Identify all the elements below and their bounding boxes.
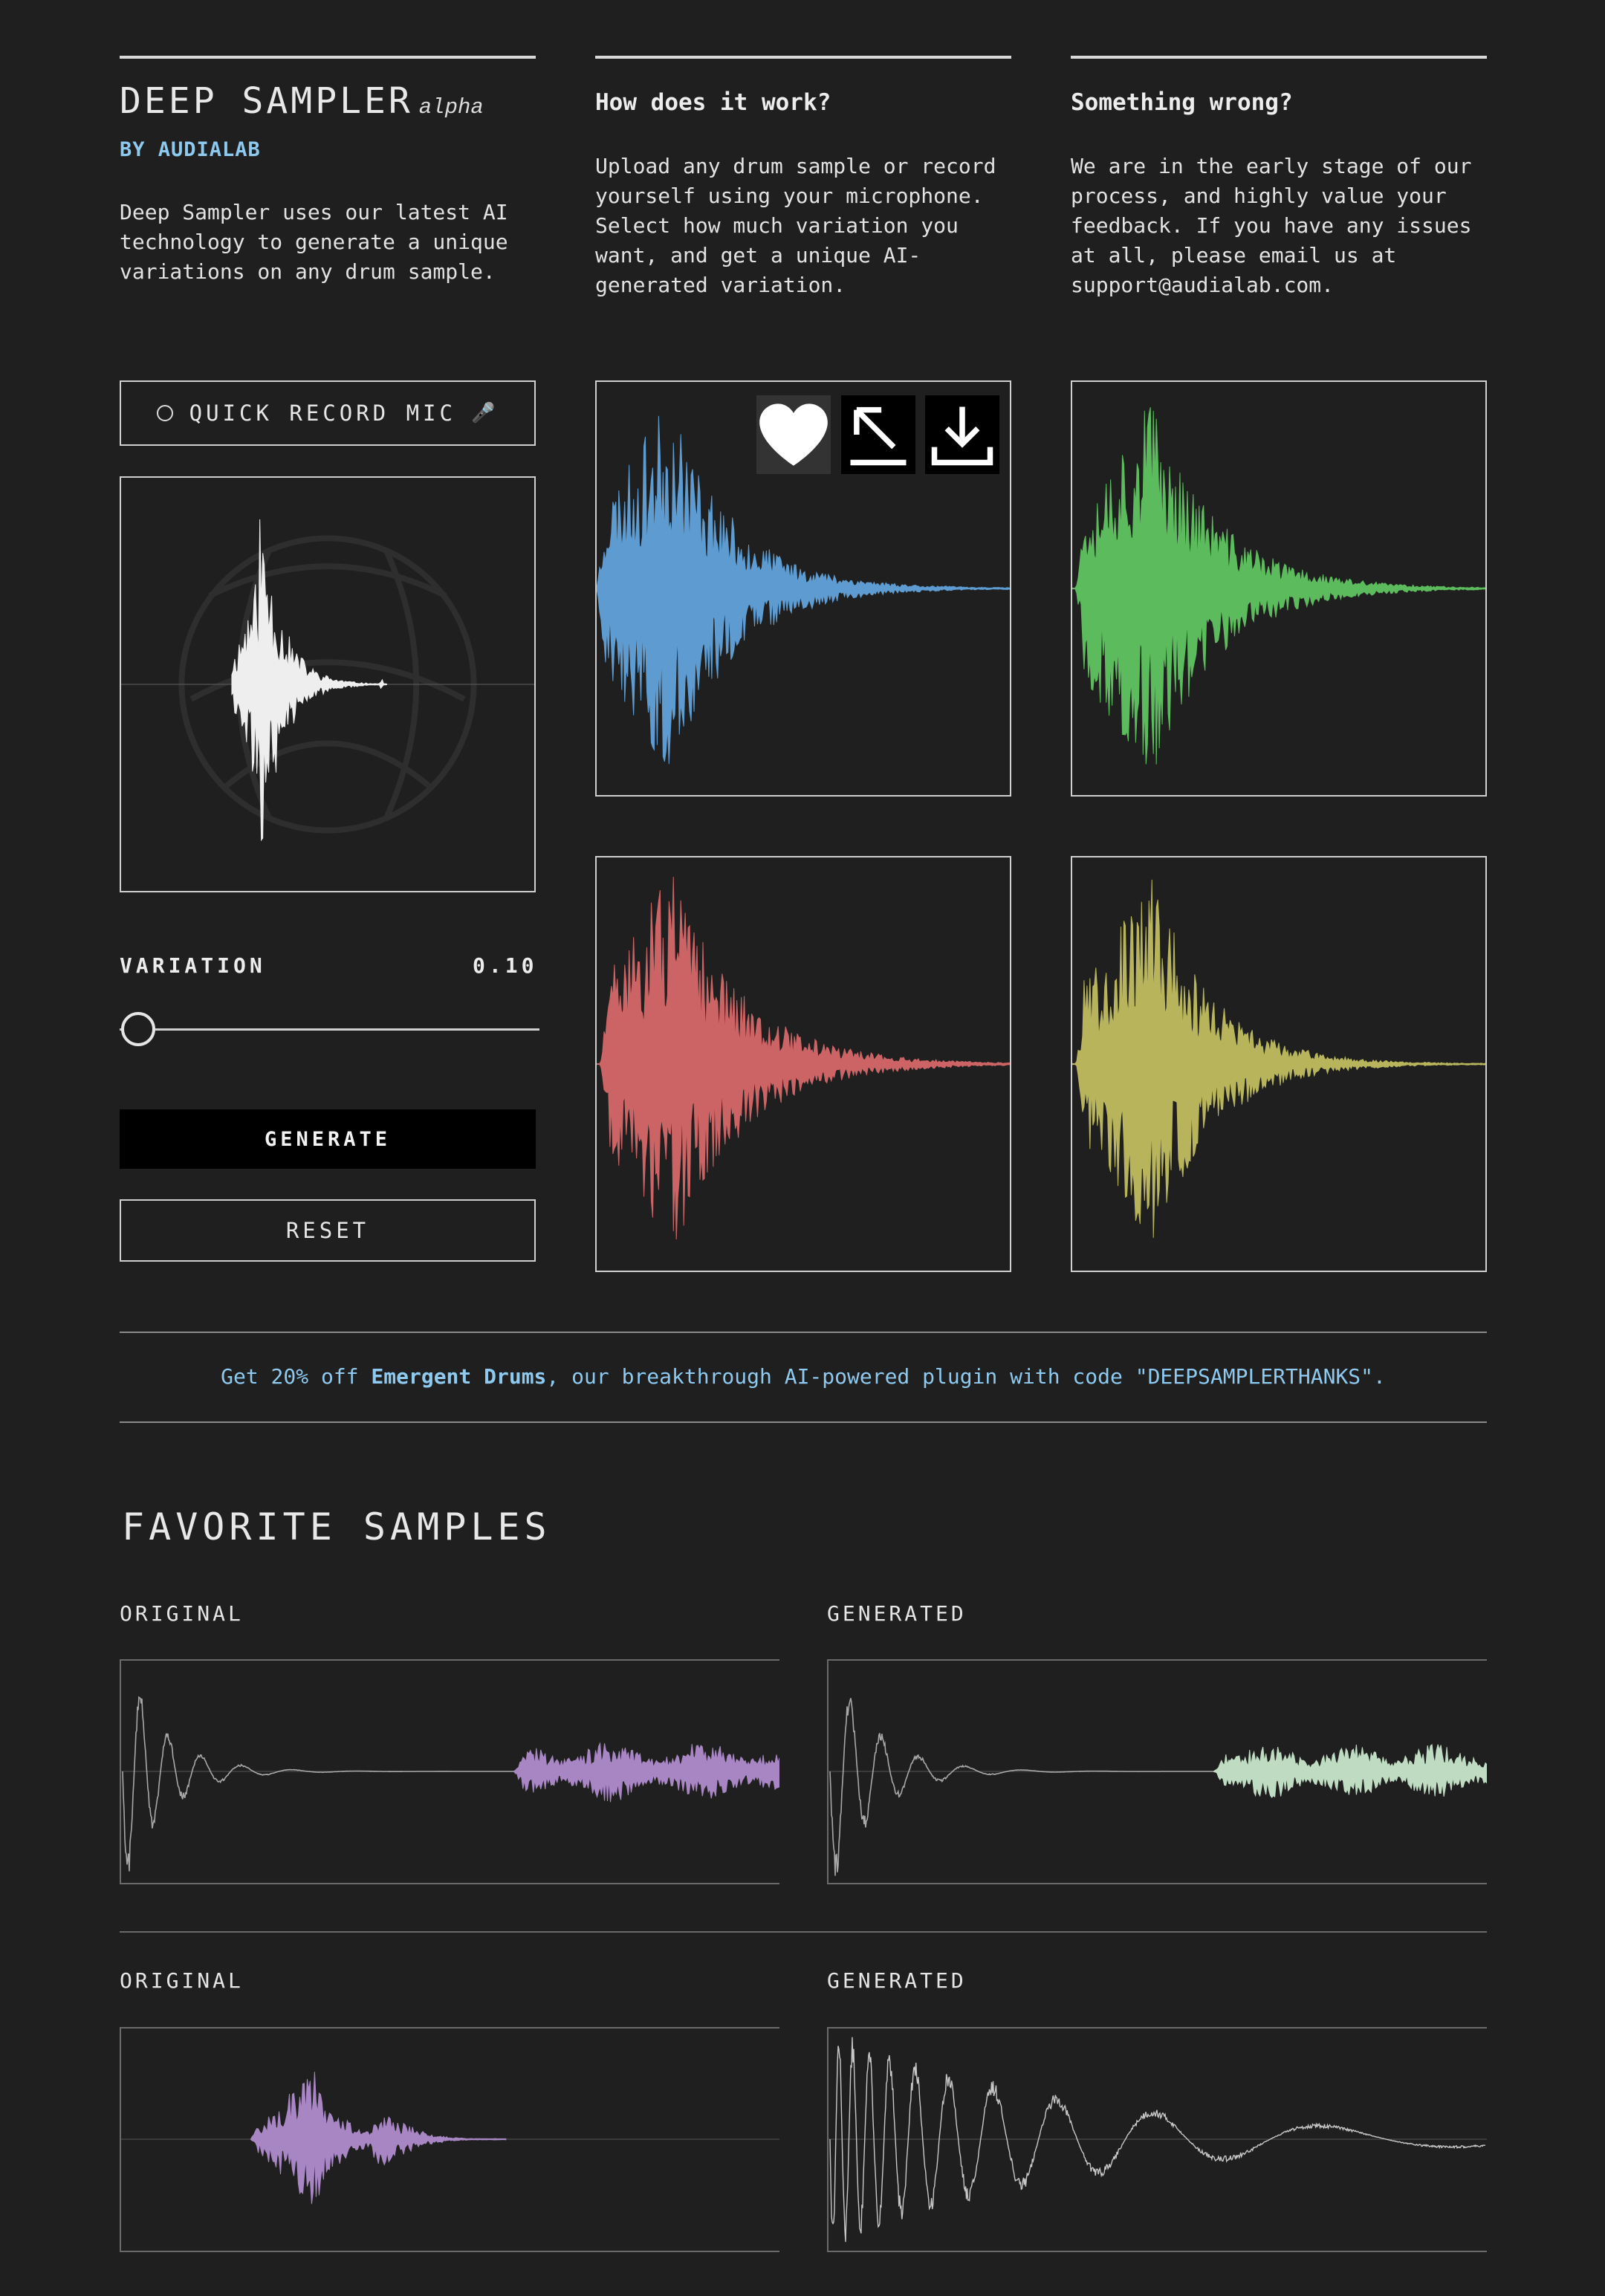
record-dot-icon bbox=[156, 405, 173, 421]
variation-slider[interactable] bbox=[120, 1011, 539, 1048]
promo-banner: Get 20% off Emergent Drums, our breakthr… bbox=[120, 1364, 1487, 1389]
favorites-row-divider bbox=[120, 1931, 1487, 1933]
how-it-works-heading: How does it work? bbox=[595, 89, 831, 116]
heart-icon bbox=[759, 403, 828, 466]
input-sample-waveform[interactable] bbox=[120, 476, 536, 892]
expand-icon bbox=[850, 406, 907, 466]
download-button[interactable] bbox=[925, 395, 999, 474]
favorites-title: FAVORITE SAMPLES bbox=[122, 1505, 551, 1548]
quick-record-label: QUICK RECORD MIC bbox=[189, 400, 456, 426]
column-rule-left bbox=[120, 56, 536, 59]
favorite-2-generated-waveform[interactable] bbox=[827, 2027, 1487, 2252]
app-description: Deep Sampler uses our latest AI technolo… bbox=[120, 200, 508, 284]
input-waveform-svg bbox=[121, 519, 534, 842]
microphone-icon: 🎤 bbox=[470, 402, 499, 424]
variation-card-green[interactable] bbox=[1071, 380, 1487, 797]
favorite-1-generated-label: GENERATED bbox=[827, 1601, 967, 1626]
variation-card-yellow[interactable] bbox=[1071, 856, 1487, 1272]
brand-header: DEEP SAMPLER alpha bbox=[120, 80, 484, 122]
quick-record-mic-button[interactable]: QUICK RECORD MIC 🎤 bbox=[120, 380, 536, 446]
fav1-original-svg bbox=[121, 1696, 779, 1872]
red-waveform-svg bbox=[597, 877, 1010, 1240]
variation-waveform-green bbox=[1072, 407, 1485, 765]
favorite-2-original-label: ORIGINAL bbox=[120, 1968, 244, 1993]
reset-button[interactable]: RESET bbox=[120, 1199, 536, 1262]
fav1-generated-svg bbox=[829, 1698, 1487, 1876]
favorite-2-generated-label: GENERATED bbox=[827, 1968, 967, 1993]
variation-card-red[interactable] bbox=[595, 856, 1011, 1272]
variation-slider-track bbox=[120, 1028, 539, 1031]
green-waveform-svg bbox=[1072, 407, 1485, 765]
fav1-original-noise-fill bbox=[513, 1742, 779, 1803]
promo-text-end: , our breakthrough AI-powered plugin wit… bbox=[546, 1364, 1386, 1389]
variation-waveform-yellow bbox=[1072, 879, 1485, 1238]
byline-link[interactable]: BY AUDIALAB bbox=[120, 138, 261, 161]
fav2-generated-svg bbox=[829, 2037, 1487, 2243]
variation-label: VARIATION bbox=[120, 953, 266, 978]
expand-button[interactable] bbox=[841, 395, 915, 474]
favorite-button[interactable] bbox=[756, 395, 831, 474]
variation-slider-thumb[interactable] bbox=[121, 1012, 155, 1046]
variation-value: 0.10 bbox=[473, 953, 538, 978]
promo-text-start: Get 20% off bbox=[221, 1364, 372, 1389]
favorite-1-original-label: ORIGINAL bbox=[120, 1601, 244, 1626]
generate-button[interactable]: GENERATE bbox=[120, 1109, 536, 1169]
favorite-2-original-waveform[interactable] bbox=[120, 2027, 779, 2252]
something-wrong-text: We are in the early stage of our process… bbox=[1071, 154, 1472, 297]
fav1-original-decay-line bbox=[122, 1696, 536, 1872]
yellow-waveform-svg bbox=[1072, 879, 1485, 1238]
promo-rule-bottom bbox=[120, 1421, 1487, 1423]
favorite-1-generated-waveform[interactable] bbox=[827, 1659, 1487, 1884]
download-icon bbox=[931, 406, 993, 466]
fav2-original-waveform-fill bbox=[250, 2072, 507, 2205]
fav1-generated-noise-fill bbox=[1213, 1744, 1487, 1798]
something-wrong-heading: Something wrong? bbox=[1071, 89, 1293, 116]
fav2-original-svg bbox=[121, 2072, 779, 2205]
favorite-1-original-waveform[interactable] bbox=[120, 1659, 779, 1884]
column-rule-middle bbox=[595, 56, 1011, 59]
app-tag: alpha bbox=[418, 95, 484, 120]
variation-waveform-red bbox=[597, 877, 1010, 1240]
promo-product-link[interactable]: Emergent Drums bbox=[371, 1364, 546, 1389]
promo-rule-top bbox=[120, 1332, 1487, 1333]
app-title: DEEP SAMPLER bbox=[120, 80, 413, 122]
fav1-generated-decay-line bbox=[829, 1698, 1229, 1876]
column-rule-right bbox=[1071, 56, 1487, 59]
variation-card-blue[interactable] bbox=[595, 380, 1011, 797]
how-it-works-text: Upload any drum sample or record yoursel… bbox=[595, 154, 996, 297]
